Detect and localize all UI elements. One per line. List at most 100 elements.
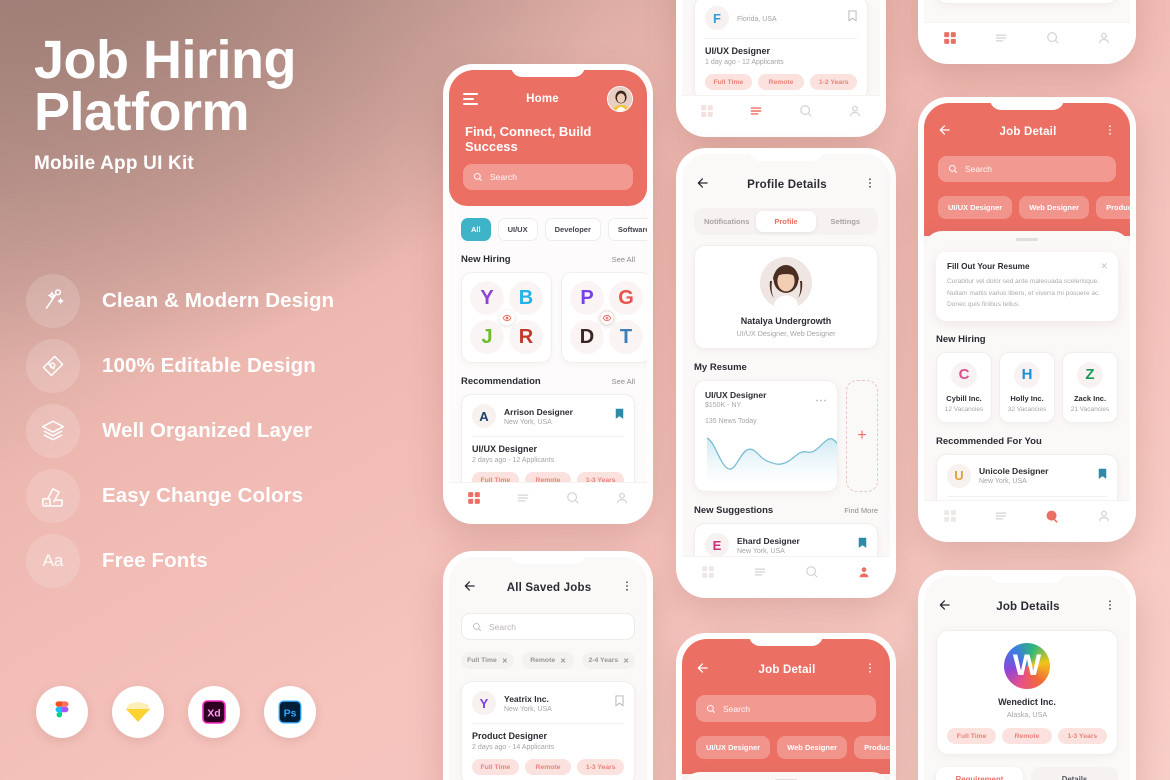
see-all-link[interactable]: See All	[612, 377, 635, 386]
more-vertical-icon[interactable]	[1104, 123, 1116, 141]
find-more-link[interactable]: Find More	[844, 506, 878, 515]
tab-profile[interactable]	[1097, 31, 1111, 50]
category-chip-all[interactable]: All	[461, 218, 491, 241]
tab-requirement[interactable]: Requirement	[936, 767, 1023, 780]
close-icon[interactable]: ✕	[502, 657, 508, 665]
tab-list[interactable]	[749, 104, 763, 123]
tab-list[interactable]	[516, 491, 530, 510]
logo-card[interactable]: Y B J R	[461, 272, 552, 363]
filter-chip[interactable]: Full Time ✕	[461, 652, 514, 669]
tab-profile[interactable]	[1097, 509, 1111, 528]
company-card[interactable]: H Holly Inc. 32 Vacancies	[999, 351, 1055, 423]
avatar[interactable]	[606, 86, 633, 112]
tab-search[interactable]	[805, 565, 819, 584]
tab-list[interactable]	[994, 509, 1008, 528]
more-vertical-icon[interactable]	[621, 579, 633, 597]
role-chip[interactable]: Web Designer	[1019, 196, 1090, 219]
tab-search[interactable]	[1046, 31, 1060, 50]
company-card[interactable]: Z Zack Inc. 21 Vacancies	[1062, 351, 1118, 423]
company-name: Yeatrix Inc.	[504, 693, 549, 704]
more-vertical-icon[interactable]	[1104, 598, 1116, 616]
logo-card[interactable]: P G D T	[561, 272, 647, 363]
job-card[interactable]: Y Yeatrix Inc. New York, USA Product Des…	[461, 681, 635, 780]
tab-grid[interactable]	[943, 31, 957, 50]
category-chip-software[interactable]: Software	[607, 218, 647, 241]
back-button[interactable]	[938, 598, 952, 617]
bookmark-icon[interactable]	[615, 694, 624, 712]
filter-chip[interactable]: 2-4 Years ✕	[582, 652, 636, 669]
home-tagline: Find, Connect, Build Success	[465, 124, 592, 154]
category-chip-uiux[interactable]: UI/UX	[497, 218, 538, 241]
search-input[interactable]: Search	[696, 695, 876, 722]
tab-notifications[interactable]: Notifications	[697, 211, 756, 232]
feature-item-organized-layer: Well Organized Layer	[26, 398, 446, 463]
close-icon[interactable]: ✕	[560, 657, 566, 665]
magic-wand-icon	[26, 273, 80, 328]
company-logo: H	[1014, 361, 1040, 388]
sketch-icon	[112, 686, 164, 738]
tab-grid[interactable]	[943, 509, 957, 528]
resume-card[interactable]: UI/UX Designer $150K - NY 135 News Today	[694, 380, 838, 492]
tab-list[interactable]	[994, 31, 1008, 50]
add-resume-button[interactable]: +	[846, 380, 878, 492]
tab-profile[interactable]: Profile	[756, 211, 816, 232]
screen-title: Profile Details	[747, 179, 827, 191]
tab-search[interactable]	[566, 491, 580, 510]
tab-grid[interactable]	[700, 104, 714, 123]
phone-notch	[990, 97, 1064, 110]
bookmark-icon[interactable]	[848, 9, 857, 27]
bottom-tab-bar	[924, 22, 1130, 58]
feature-item-change-colors: Easy Change Colors	[26, 463, 446, 528]
company-location: New York, USA	[979, 478, 1027, 486]
company-logo: D	[570, 320, 604, 354]
bookmark-icon[interactable]	[1098, 467, 1107, 485]
tab-grid[interactable]	[467, 491, 481, 510]
tab-profile[interactable]	[857, 565, 871, 584]
role-chip[interactable]: Web Designer	[777, 736, 848, 759]
feature-label: Clean & Modern Design	[102, 288, 335, 312]
sheet-grabber[interactable]	[1016, 238, 1038, 241]
tab-settings[interactable]: Settings	[816, 211, 875, 232]
tab-profile[interactable]	[615, 491, 629, 510]
back-button[interactable]	[463, 579, 477, 598]
role-chip[interactable]: Product Designer	[854, 736, 890, 759]
back-button[interactable]	[938, 123, 952, 142]
category-chip-developer[interactable]: Developer	[544, 218, 601, 241]
search-input[interactable]: Search	[463, 164, 633, 190]
company-logo: R	[509, 320, 543, 354]
phone-notch	[511, 551, 585, 564]
tab-list[interactable]	[753, 565, 767, 584]
feature-list: Clean & Modern Design 100% Editable Desi…	[26, 268, 446, 593]
see-all-link[interactable]: See All	[612, 255, 635, 264]
screen-title: Home	[526, 93, 559, 105]
bookmark-icon[interactable]	[615, 407, 624, 425]
company-card[interactable]: C Cybill Inc. 12 Vacancies	[936, 351, 992, 423]
close-icon[interactable]: ✕	[1100, 261, 1108, 272]
close-icon[interactable]: ✕	[623, 657, 629, 665]
job-meta: 2 days ago - 14 Applicants	[472, 744, 555, 751]
company-logo: F	[705, 6, 729, 30]
more-vertical-icon[interactable]	[864, 661, 876, 679]
back-button[interactable]	[696, 176, 710, 195]
search-input[interactable]: Search	[938, 156, 1116, 182]
role-chip[interactable]: Product Designer	[1096, 196, 1130, 219]
role-chip[interactable]: UI/UX Designer	[938, 196, 1013, 219]
resume-header: My Resume	[682, 362, 890, 373]
bookmark-icon[interactable]	[858, 536, 867, 554]
role-chip[interactable]: UI/UX Designer	[696, 736, 771, 759]
tab-search[interactable]	[799, 104, 813, 123]
filter-chip[interactable]: Remote ✕	[521, 652, 575, 669]
recommendation-header: Recommendation See All	[449, 376, 647, 387]
job-card[interactable]: F Florida, USA UI/UX Designer 1 day ago …	[694, 0, 868, 100]
more-vertical-icon[interactable]	[864, 176, 876, 194]
tab-grid[interactable]	[701, 565, 715, 584]
menu-icon[interactable]	[463, 90, 478, 108]
tab-details[interactable]: Details	[1031, 767, 1118, 780]
search-input[interactable]: Search	[461, 613, 635, 640]
tab-profile[interactable]	[848, 104, 862, 123]
suggestions-header: New Suggestions Find More	[682, 505, 890, 516]
job-card[interactable]: Full Time Remote 1-3 Years	[936, 0, 1118, 4]
tab-search[interactable]	[1045, 509, 1060, 529]
dots-icon[interactable]	[815, 390, 827, 408]
back-button[interactable]	[696, 661, 710, 680]
